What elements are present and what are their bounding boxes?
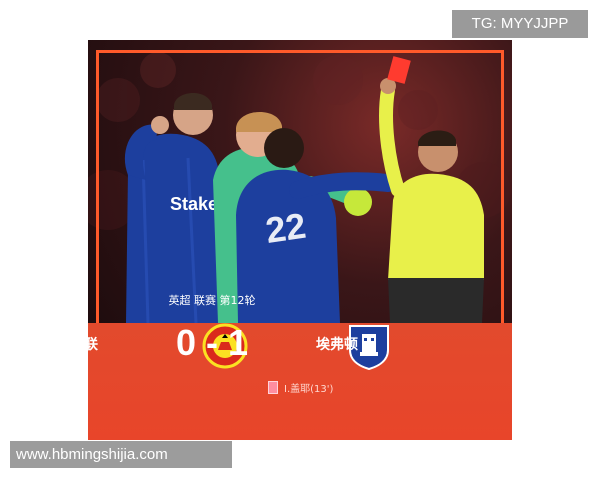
red-card-scene: Stake 22 — [88, 52, 511, 323]
watermark-bottom: www.hbmingshijia.com — [10, 441, 232, 468]
watermark-top: TG: MYYJJPP — [452, 10, 588, 38]
match-photo: Stake 22 — [88, 40, 512, 323]
red-card-raised — [387, 56, 411, 84]
frame-left — [96, 50, 99, 323]
home-team-name: 曼联 — [70, 337, 98, 353]
match-event: I.盖耶(13') — [268, 380, 333, 395]
frame-top — [96, 50, 504, 53]
shirt-sponsor: Stake — [170, 194, 218, 214]
away-team-name: 埃弗顿 — [316, 337, 358, 353]
frame-right — [501, 50, 504, 323]
shirt-number: 22 — [263, 205, 308, 251]
red-card-icon — [268, 381, 278, 394]
competition-label: 英超 联赛 第12轮 — [168, 294, 256, 307]
event-text: I.盖耶(13') — [284, 384, 334, 395]
match-score: 0 - 1 — [175, 322, 249, 363]
player-left: Stake — [124, 92, 223, 323]
